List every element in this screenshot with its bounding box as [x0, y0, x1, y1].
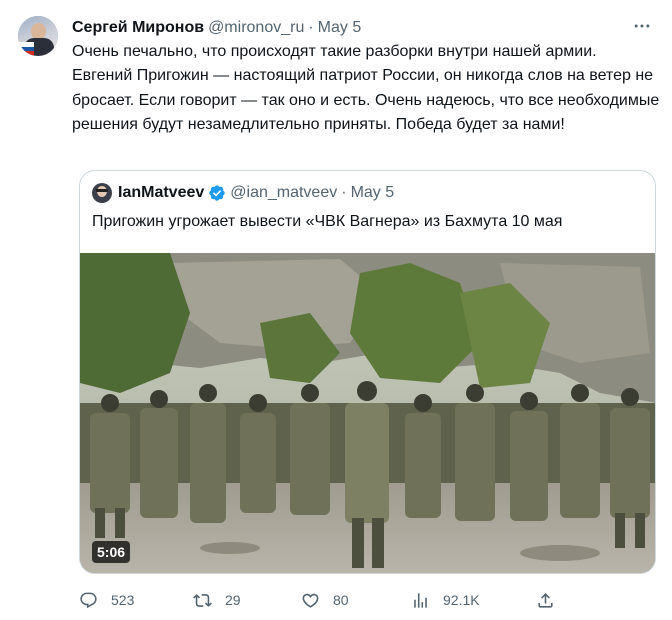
author-name[interactable]: Сергей Миронов — [72, 19, 204, 37]
quoted-author-name[interactable]: IanMatveev — [118, 184, 204, 202]
views-count: 92.1K — [443, 592, 480, 608]
quoted-tweet-header: IanMatveev @ian_matveev · May 5 — [118, 182, 394, 204]
views-button[interactable]: 92.1K — [411, 588, 480, 612]
retweet-count: 29 — [225, 592, 241, 608]
author-handle[interactable]: @mironov_ru — [208, 19, 304, 37]
tweet-actions: 523 29 80 92.1K — [0, 588, 672, 612]
quoted-tweet[interactable]: IanMatveev @ian_matveev · May 5 Пригожин… — [79, 170, 656, 574]
tweet-date[interactable]: May 5 — [318, 19, 362, 37]
like-button[interactable]: 80 — [301, 588, 349, 612]
more-options-icon[interactable] — [630, 16, 654, 36]
tweet[interactable]: Сергей Миронов @mironov_ru · May 5 Очень… — [0, 0, 672, 620]
verified-badge-icon — [209, 185, 225, 201]
separator-dot: · — [308, 19, 314, 36]
video-thumbnail[interactable]: 5:06 — [80, 253, 655, 573]
reply-count: 523 — [111, 592, 135, 608]
share-icon — [538, 592, 553, 608]
reply-icon — [80, 592, 97, 608]
like-icon — [302, 593, 319, 608]
quoted-tweet-text: Пригожин угрожает вывести «ЧВК Вагнера» … — [92, 213, 563, 230]
quoted-author-handle[interactable]: @ian_matveev — [230, 184, 337, 202]
quoted-tweet-date[interactable]: May 5 — [351, 184, 395, 202]
reply-button[interactable]: 523 — [79, 588, 134, 612]
author-avatar[interactable] — [18, 16, 58, 56]
quoted-author-avatar[interactable] — [92, 183, 112, 203]
separator-dot: · — [341, 184, 347, 201]
retweet-icon — [193, 593, 212, 607]
share-button[interactable] — [536, 588, 568, 612]
russian-flag-icon — [18, 42, 34, 56]
like-count: 80 — [333, 592, 349, 608]
video-frame-image — [80, 253, 655, 573]
tweet-header: Сергей Миронов @mironov_ru · May 5 — [72, 17, 361, 39]
views-icon — [414, 592, 427, 608]
video-duration-badge: 5:06 — [92, 541, 131, 563]
tweet-text: Очень печально, что происходят такие раз… — [72, 43, 660, 134]
retweet-button[interactable]: 29 — [193, 588, 241, 612]
